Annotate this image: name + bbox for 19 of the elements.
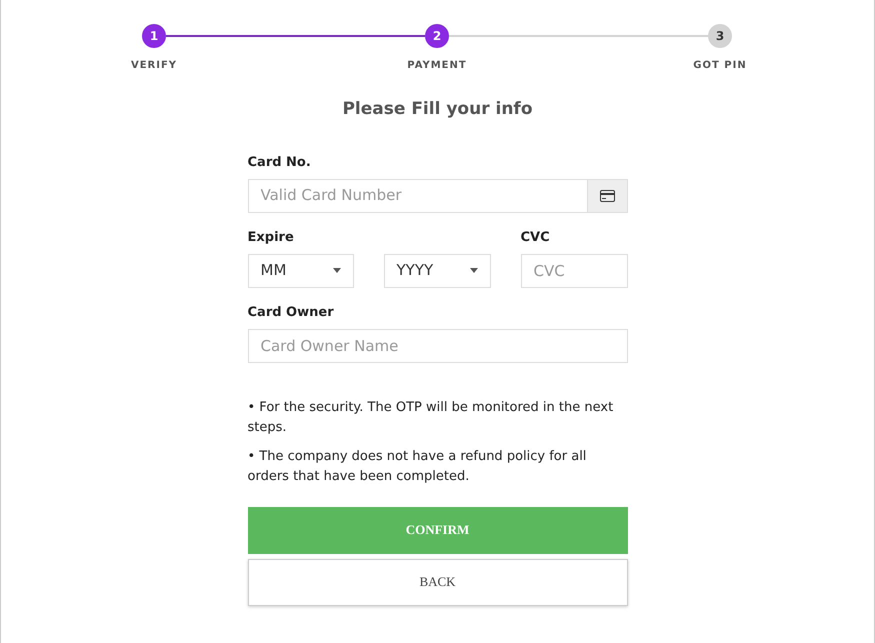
month-select[interactable]: MM: [248, 254, 354, 288]
caret-icon: [470, 268, 478, 273]
field-label: Expire: [248, 228, 295, 246]
cvc-field[interactable]: CVC: [520, 254, 628, 288]
credit-card-icon: [600, 190, 614, 202]
field-label: Card Owner: [248, 304, 335, 322]
card-owner-field[interactable]: Card Owner Name: [248, 328, 628, 362]
step-label: PAYMENT: [407, 59, 467, 73]
info-note: • For the security. The OTP will be monitored in the next steps.: [248, 398, 614, 436]
year-select[interactable]: YYYY: [384, 254, 490, 288]
info-note: • The company does not have a refund policy for all orders that have been completed.: [248, 448, 588, 486]
field-label: Card No.: [248, 154, 312, 172]
field-label: CVC: [520, 228, 551, 246]
form-title: Please Fill your info: [341, 98, 534, 121]
step-label: GOT PIN: [693, 59, 747, 73]
step-label: VERIFY: [130, 59, 178, 73]
back-button[interactable]: BACK: [248, 558, 628, 606]
card-number-field[interactable]: Valid Card Number: [248, 178, 588, 212]
caret-icon: [332, 268, 340, 273]
